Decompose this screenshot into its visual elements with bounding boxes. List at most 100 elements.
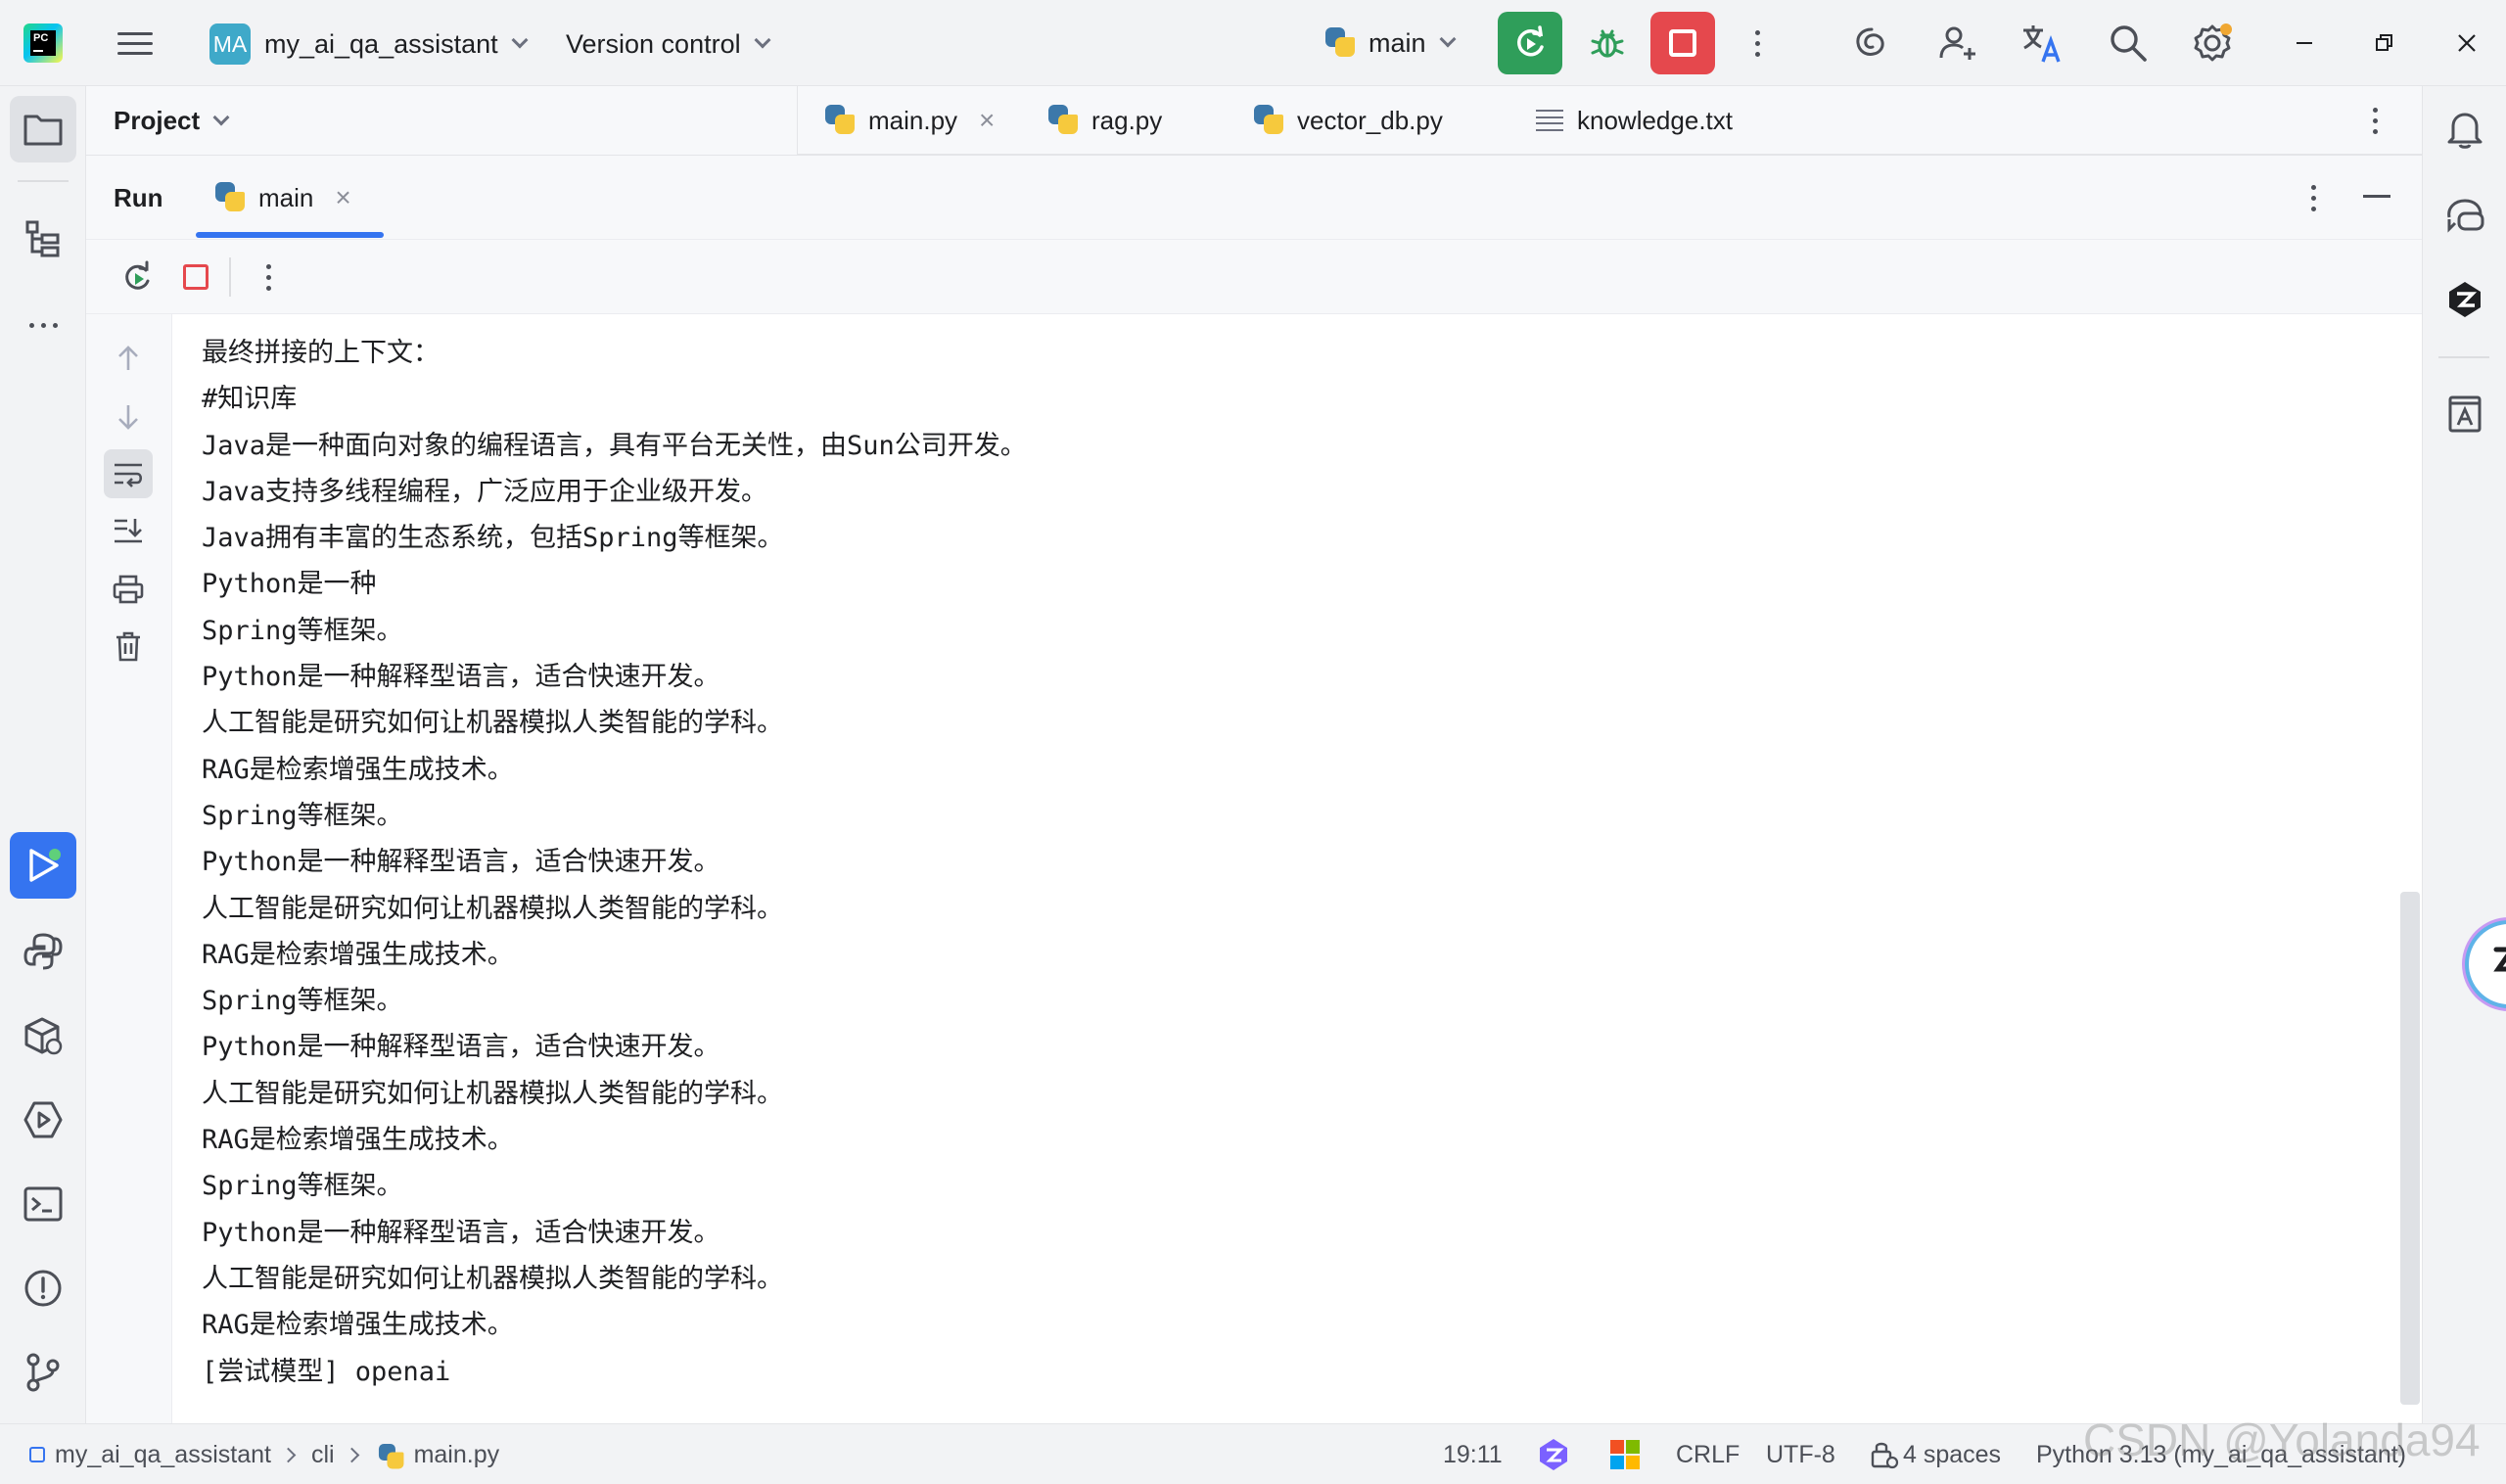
- text-file-icon: [1536, 110, 1563, 131]
- copilot-tool-button[interactable]: [2432, 266, 2498, 333]
- scroll-up-button[interactable]: [104, 334, 153, 383]
- ai-assistant-icon[interactable]: [1848, 20, 1895, 67]
- ai-chat-icon: [2447, 199, 2484, 233]
- rerun-icon: [125, 260, 150, 290]
- caret-position[interactable]: 19:11: [1443, 1438, 1503, 1471]
- services-tool-button[interactable]: [10, 1087, 76, 1153]
- structure-tool-button[interactable]: [10, 206, 76, 272]
- watermark: CSDN @Yolanda94: [2083, 1414, 2481, 1465]
- console-line: RAG是检索增强生成技术。: [202, 1125, 514, 1156]
- copilot-status-icon[interactable]: [1535, 1438, 1572, 1471]
- debug-button[interactable]: [1584, 20, 1631, 67]
- run-tool-button[interactable]: [10, 832, 76, 899]
- hide-panel-icon[interactable]: [2363, 195, 2390, 198]
- windows-icon[interactable]: [1609, 1438, 1641, 1471]
- module-icon: [29, 1447, 45, 1462]
- scroll-down-button[interactable]: [104, 393, 153, 441]
- indent-label: 4 spaces: [1903, 1440, 2002, 1468]
- notifications-tool-button[interactable]: [2432, 96, 2498, 162]
- scroll-to-end-icon: [115, 519, 142, 543]
- breadcrumb-item-folder[interactable]: cli: [311, 1441, 335, 1469]
- arrow-down-icon: [118, 405, 138, 430]
- main-menu-icon[interactable]: [116, 23, 155, 63]
- ai-assistant-docs-tool-button[interactable]: [2432, 380, 2498, 446]
- console-line: Python是一种: [202, 569, 377, 600]
- arrow-up-icon: [118, 346, 138, 370]
- terminal-tool-button[interactable]: [10, 1171, 76, 1237]
- project-panel-toggle[interactable]: Project: [114, 106, 230, 136]
- restore-icon: [2376, 34, 2392, 51]
- run-panel-options-icon[interactable]: [2298, 177, 2328, 218]
- project-panel-title: Project: [114, 106, 201, 135]
- console-line: Spring等框架。: [202, 1171, 403, 1202]
- project-badge[interactable]: MA: [209, 23, 251, 65]
- print-button[interactable]: [104, 565, 153, 614]
- chevron-down-icon: [212, 109, 230, 125]
- run-tab-main[interactable]: main ×: [196, 173, 369, 222]
- console-line: [失败]openai: Request timed out: [202, 1395, 2375, 1397]
- console-line: Java拥有丰富的生态系统，包括Spring等框架。: [202, 523, 784, 554]
- close-tab-icon[interactable]: ×: [979, 105, 995, 136]
- right-tool-strip: [2422, 86, 2506, 1423]
- python-packages-tool-button[interactable]: [10, 1002, 76, 1069]
- run-toolbar-more-icon[interactable]: [247, 255, 290, 299]
- editor-tabs-more-icon[interactable]: [2360, 100, 2390, 141]
- console-line: Java是一种面向对象的编程语言，具有平台无关性，由Sun公司开发。: [202, 430, 1027, 461]
- console-line: Spring等框架。: [202, 986, 403, 1017]
- console-output[interactable]: 最终拼接的上下文： #知识库 Java是一种面向对象的编程语言，具有平台无关性，由S…: [202, 330, 2375, 1397]
- print-icon: [113, 575, 144, 604]
- version-control-menu[interactable]: Version control: [566, 25, 771, 63]
- close-tab-icon[interactable]: ×: [335, 182, 350, 213]
- python-console-tool-button[interactable]: [10, 918, 76, 985]
- add-user-icon[interactable]: [1934, 20, 1981, 67]
- editor-tab-knowledge-txt[interactable]: knowledge.txt: [1536, 86, 1733, 155]
- pycharm-logo-icon[interactable]: PC: [23, 23, 63, 63]
- restore-window-button[interactable]: [2355, 20, 2414, 67]
- file-encoding[interactable]: UTF-8: [1766, 1438, 1835, 1471]
- console-line: #知识库: [202, 384, 298, 415]
- breadcrumb-item-project[interactable]: my_ai_qa_assistant: [55, 1441, 271, 1469]
- project-name: my_ai_qa_assistant: [264, 28, 498, 59]
- stop-button[interactable]: [1650, 12, 1715, 74]
- console-scrollbar[interactable]: [2400, 892, 2420, 1405]
- problems-tool-button[interactable]: [10, 1255, 76, 1322]
- editor-tab-main-py[interactable]: main.py ×: [823, 86, 995, 155]
- close-window-button[interactable]: [2437, 20, 2496, 67]
- project-tool-button[interactable]: [10, 96, 76, 162]
- clear-console-button[interactable]: [104, 622, 153, 671]
- console-line: Spring等框架。: [202, 615, 403, 646]
- scroll-to-end-button[interactable]: [104, 506, 153, 555]
- rerun-icon: [1517, 25, 1544, 57]
- breadcrumb-item-file[interactable]: main.py: [414, 1441, 500, 1469]
- settings-icon[interactable]: [2189, 20, 2236, 67]
- chevron-down-icon: [754, 31, 771, 49]
- git-tool-button[interactable]: [10, 1339, 76, 1406]
- stop-button[interactable]: [174, 255, 217, 299]
- minimize-window-button[interactable]: [2275, 20, 2334, 67]
- soft-wrap-button[interactable]: [104, 449, 153, 498]
- search-icon[interactable]: [2105, 20, 2152, 67]
- editor-tab-vector-db-py[interactable]: vector_db.py: [1252, 86, 1443, 155]
- more-actions-icon[interactable]: [1742, 20, 1772, 67]
- run-tab-label: main: [258, 182, 314, 212]
- left-tool-strip: [0, 86, 86, 1423]
- ai-chat-tool-button[interactable]: [2432, 182, 2498, 249]
- run-tool-window: Run main × 最终拼接的上下文： #知识库 Java是一种面向对象的编程…: [86, 155, 2422, 1424]
- toolbar-separator: [229, 257, 231, 297]
- rerun-button[interactable]: [116, 255, 159, 299]
- console-line: Java支持多线程编程，广泛应用于企业级开发。: [202, 476, 768, 507]
- chevron-right-icon: [344, 1447, 359, 1462]
- indent-setting[interactable]: 4 spaces: [1870, 1438, 2001, 1471]
- rerun-button[interactable]: [1498, 12, 1562, 74]
- console-line: 人工智能是研究如何让机器模拟人类智能的学科。: [202, 708, 783, 739]
- translate-icon[interactable]: [2019, 20, 2065, 67]
- project-switcher[interactable]: my_ai_qa_assistant: [264, 25, 529, 63]
- stop-icon: [183, 264, 209, 290]
- run-toolbar: [86, 240, 2422, 314]
- more-tools-icon[interactable]: [10, 292, 76, 358]
- python-file-icon: [377, 1442, 404, 1469]
- editor-tab-rag-py[interactable]: rag.py: [1046, 86, 1162, 155]
- chevron-down-icon: [511, 31, 529, 49]
- line-separator[interactable]: CRLF: [1676, 1438, 1740, 1471]
- run-configuration-selector[interactable]: main: [1323, 22, 1457, 65]
